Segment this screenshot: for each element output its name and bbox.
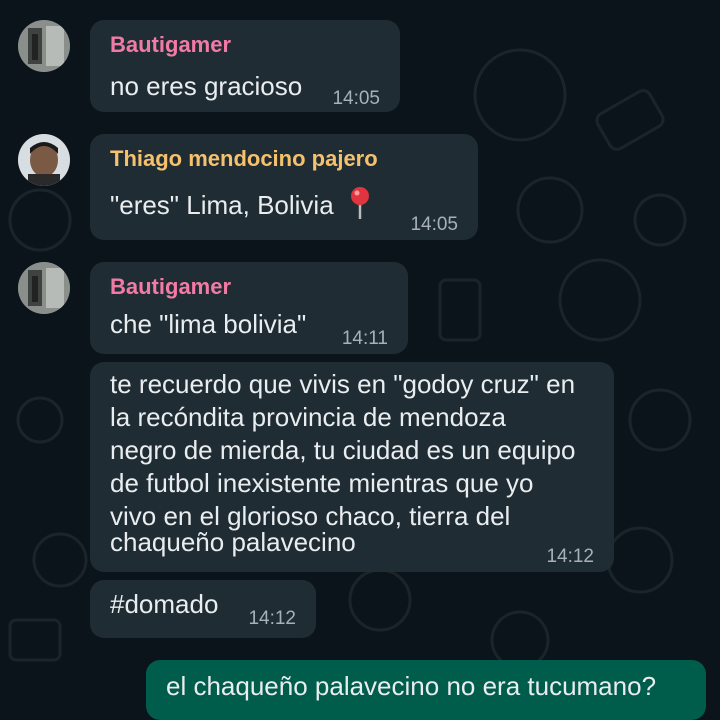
message-bubble[interactable]: te recuerdo que vivis en "godoy cruz" en… [90, 362, 614, 572]
message-timestamp: 14:05 [410, 214, 458, 235]
avatar-photo-icon [18, 134, 70, 186]
sender-name[interactable]: Thiago mendocino pajero [110, 146, 378, 172]
avatar-thiago[interactable] [18, 134, 70, 186]
sender-name[interactable]: Bautigamer [110, 32, 231, 58]
message-text: el chaqueño palavecino no era tucumano? [166, 671, 657, 701]
message-text-content: "eres" Lima, Bolivia [110, 190, 334, 220]
message-timestamp: 14:05 [332, 88, 380, 109]
avatar-photo-icon [18, 262, 70, 314]
message-timestamp: 14:12 [248, 608, 296, 629]
message-bubble[interactable]: Bautigamer no eres gracioso 14:05 [90, 20, 400, 112]
message-text: #domado [110, 589, 219, 619]
sender-name[interactable]: Bautigamer [110, 274, 231, 300]
message-text: che "lima bolivia" [110, 309, 307, 339]
message-line: te recuerdo que vivis en "godoy cruz" en [110, 369, 576, 399]
outgoing-message-bubble[interactable]: el chaqueño palavecino no era tucumano? [146, 660, 706, 720]
message-bubble[interactable]: #domado 14:12 [90, 580, 316, 638]
message-text: no eres gracioso [110, 71, 303, 101]
avatar-bautigamer[interactable] [18, 262, 70, 314]
message-line: de futbol inexistente mientras que yo [110, 468, 534, 498]
message-bubble[interactable]: Bautigamer che "lima bolivia" 14:11 [90, 262, 408, 354]
avatar-photo-icon [18, 20, 70, 72]
message-timestamp: 14:12 [546, 546, 594, 567]
message-bubble[interactable]: Thiago mendocino pajero "eres" Lima, Bol… [90, 134, 478, 240]
message-line: negro de mierda, tu ciudad es un equipo [110, 435, 576, 465]
message-line: la recóndita provincia de mendoza [110, 402, 507, 432]
avatar-bautigamer[interactable] [18, 20, 70, 72]
message-line: chaqueño palavecino [110, 527, 356, 557]
round-pushpin-icon [350, 187, 369, 219]
message-timestamp: 14:11 [341, 328, 388, 349]
message-text: "eres" Lima, Bolivia [110, 186, 373, 222]
